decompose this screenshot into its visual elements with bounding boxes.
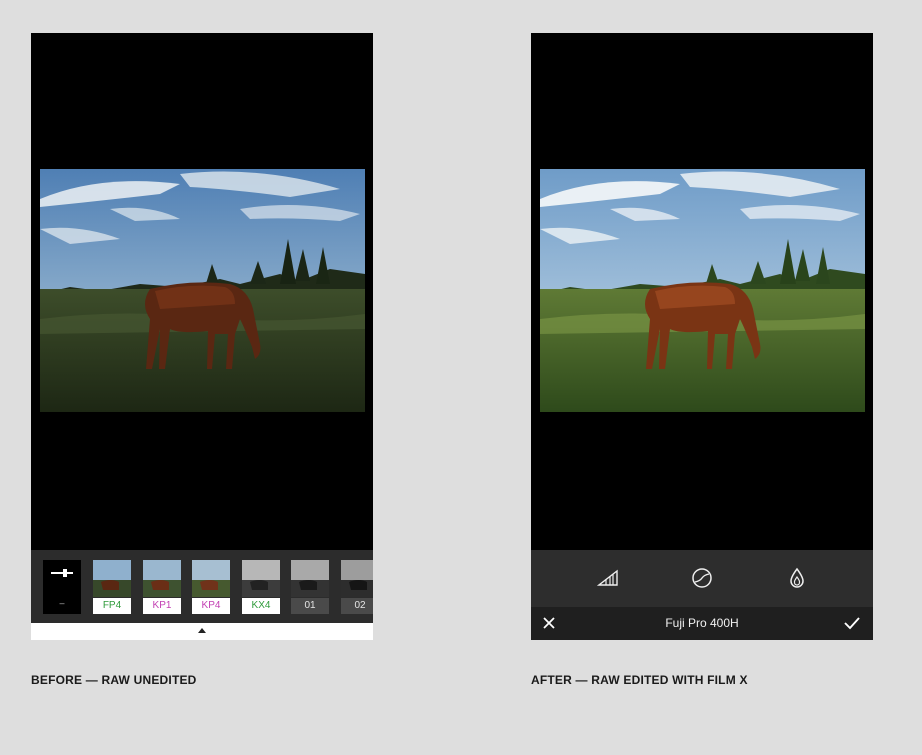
preset-label: KP1 [143, 598, 181, 614]
preset-label: 02 [341, 598, 373, 614]
preset-02[interactable]: 02 [341, 560, 373, 614]
filter-drawer-handle[interactable] [31, 623, 373, 640]
preset-fp4[interactable]: FP4 [93, 560, 131, 614]
preset-label: KX4 [242, 598, 280, 614]
check-icon[interactable] [843, 615, 861, 631]
adjust-tool-tile[interactable]: – [43, 560, 81, 614]
filter-strip: – FP4 KP1 KP4 KX4 01 02 [31, 550, 373, 623]
preset-label: FP4 [93, 598, 131, 614]
horse-photo-edited [540, 169, 865, 412]
preset-thumbnail [341, 560, 373, 597]
after-phone-screen: Fuji Pro 400H [531, 33, 873, 640]
before-phone-screen: – FP4 KP1 KP4 KX4 01 02 [31, 33, 373, 640]
slider-icon [51, 572, 73, 574]
preset-kp1[interactable]: KP1 [143, 560, 181, 614]
preset-01[interactable]: 01 [291, 560, 329, 614]
preset-kx4[interactable]: KX4 [242, 560, 280, 614]
after-caption: AFTER — RAW EDITED WITH FILM X [531, 673, 748, 687]
preset-thumbnail [291, 560, 329, 597]
tool-tile-label: – [59, 598, 65, 608]
adjust-tools-row [531, 550, 873, 607]
caret-up-icon [198, 628, 206, 633]
tone-drop-icon[interactable] [786, 567, 808, 589]
preset-thumbnail [93, 560, 131, 597]
curve-icon[interactable] [691, 567, 713, 589]
slider-knob-icon [63, 569, 67, 577]
preset-thumbnail [143, 560, 181, 597]
preset-label: 01 [291, 598, 329, 614]
preset-name: Fuji Pro 400H [665, 616, 739, 630]
strength-icon[interactable] [597, 567, 619, 589]
preset-thumbnail [242, 560, 280, 597]
before-caption: BEFORE — RAW UNEDITED [31, 673, 197, 687]
preset-label: KP4 [192, 598, 230, 614]
close-icon[interactable] [541, 615, 557, 631]
preset-thumbnail [192, 560, 230, 597]
edit-bottom-bar: Fuji Pro 400H [531, 607, 873, 640]
horse-photo-unedited [40, 169, 365, 412]
preset-kp4[interactable]: KP4 [192, 560, 230, 614]
